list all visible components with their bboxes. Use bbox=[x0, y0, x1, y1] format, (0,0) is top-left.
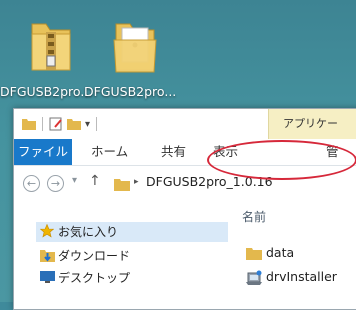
tab-file[interactable]: ファイル bbox=[14, 139, 72, 165]
toolbar-divider bbox=[96, 117, 98, 131]
desktop-icon-label: DFGUSB2pro... bbox=[84, 84, 177, 99]
red-circle-annotation bbox=[207, 140, 356, 180]
nav-item-label: ダウンロード bbox=[58, 249, 131, 263]
folder-icon bbox=[113, 23, 157, 73]
desktop: DFGUSB2pro... DFGUSB2pro... ▾ アプリケー ファイル… bbox=[0, 0, 356, 310]
tab-home[interactable]: ホーム bbox=[91, 139, 128, 165]
up-button[interactable]: ↑ bbox=[89, 173, 101, 189]
desktop-icon bbox=[40, 271, 55, 283]
folder-icon bbox=[22, 119, 36, 130]
forward-button[interactable]: → bbox=[47, 175, 64, 192]
folder-icon bbox=[246, 248, 262, 260]
file-name: drvInstaller bbox=[266, 269, 337, 284]
nav-item-label: デスクトップ bbox=[58, 271, 131, 285]
nav-item-label: お気に入り bbox=[58, 225, 119, 239]
downloads-icon bbox=[40, 250, 55, 262]
content-area: お気に入り ダウンロード デスクトップ 名前 data drvInstaller bbox=[14, 200, 356, 309]
nav-item-downloads[interactable]: ダウンロード bbox=[14, 246, 204, 266]
context-tab-application[interactable]: アプリケー bbox=[268, 109, 356, 139]
explorer-window: ▾ アプリケー ファイル ホーム 共有 表示 管 ← → ▾ ↑ ▸ DFGUS… bbox=[13, 108, 356, 310]
file-name: data bbox=[266, 245, 295, 260]
breadcrumb-separator-icon: ▸ bbox=[134, 177, 139, 187]
star-icon bbox=[40, 224, 54, 238]
desktop-icon-label: DFGUSB2pro... bbox=[0, 84, 93, 99]
back-button[interactable]: ← bbox=[23, 175, 40, 192]
recent-locations-dropdown[interactable]: ▾ bbox=[72, 175, 77, 186]
zip-folder-icon bbox=[31, 23, 71, 71]
new-folder-icon[interactable] bbox=[67, 118, 81, 130]
customize-toolbar-dropdown[interactable]: ▾ bbox=[85, 119, 90, 130]
column-header-name[interactable]: 名前 bbox=[242, 208, 266, 225]
properties-icon[interactable] bbox=[49, 117, 63, 131]
title-bar: ▾ アプリケー bbox=[14, 109, 356, 139]
tab-share[interactable]: 共有 bbox=[161, 139, 186, 165]
nav-item-desktop[interactable]: デスクトップ bbox=[14, 268, 204, 288]
toolbar-divider bbox=[42, 117, 43, 131]
nav-item-favorites[interactable]: お気に入り bbox=[36, 222, 228, 242]
installer-icon bbox=[246, 270, 262, 285]
quick-access-toolbar: ▾ bbox=[22, 117, 99, 131]
folder-icon bbox=[114, 179, 130, 191]
